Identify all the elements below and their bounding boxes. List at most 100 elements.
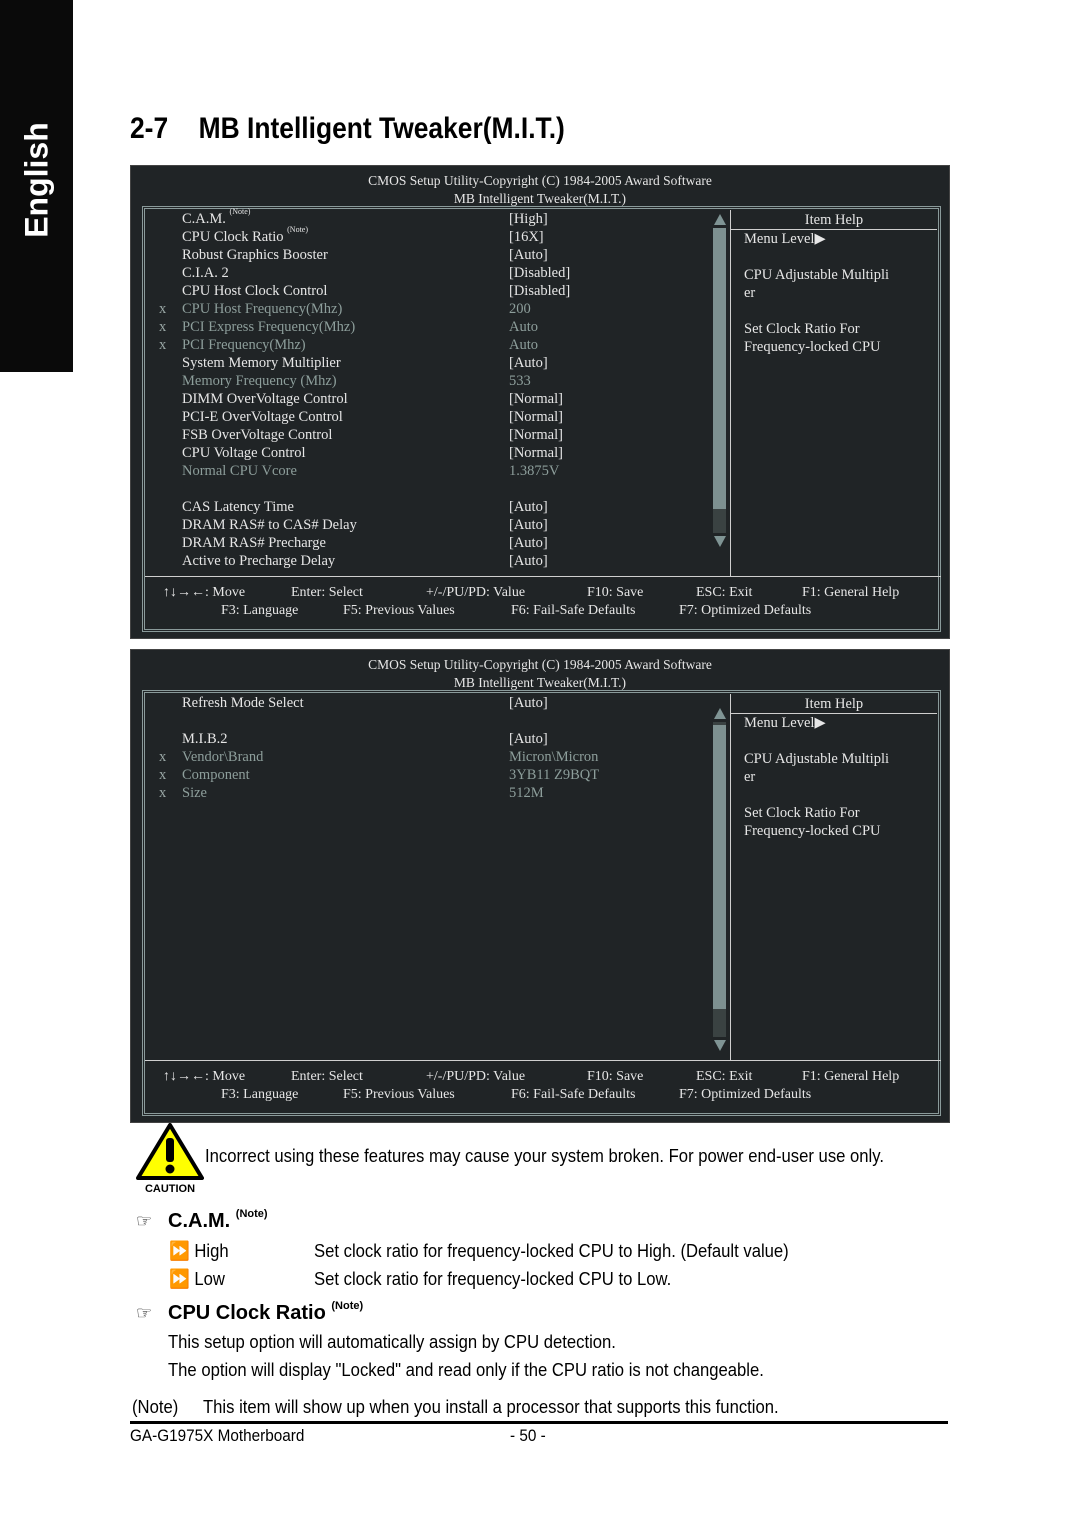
bios-setting-row[interactable]: CPU Clock Ratio (Note) [16X] — [145, 226, 727, 246]
setting-value[interactable]: [Disabled] — [509, 264, 570, 282]
scroll-thumb[interactable] — [713, 725, 726, 1009]
option-name: High — [194, 1240, 229, 1261]
item-help-panel: Item Help Menu Level▶ CPU Adjustable Mult… — [730, 210, 937, 576]
setting-label: FSB OverVoltage Control — [182, 426, 332, 444]
bios-setting-row[interactable]: DRAM RAS# to CAS# Delay [Auto] — [145, 516, 727, 534]
ratio-note: (Note) — [331, 1300, 364, 1312]
bios-setting-row[interactable]: Refresh Mode Select [Auto] — [145, 694, 727, 712]
key-hint: ↑↓→←: Move — [163, 585, 246, 600]
note-text: This item will show up when you install … — [203, 1396, 779, 1417]
setting-value[interactable]: [Disabled] — [509, 282, 570, 300]
setting-value[interactable]: [Normal] — [509, 444, 563, 462]
bios-screen-2: CMOS Setup Utility-Copyright (C) 1984-20… — [130, 649, 950, 1123]
setting-label: CPU Host Frequency(Mhz) — [182, 300, 342, 318]
item-help-line: er — [744, 769, 756, 785]
setting-value: 1.3875V — [509, 463, 560, 479]
bios-setting-row[interactable]: Active to Precharge Delay [Auto] — [145, 552, 727, 570]
scroll-track[interactable] — [713, 228, 726, 533]
setting-value: Auto — [509, 337, 538, 353]
setting-label: Active to Precharge Delay — [182, 552, 335, 570]
setting-label-text: M.I.B.2 — [182, 731, 228, 747]
key-hint: F7: Optimized Defaults — [679, 603, 812, 618]
cam-option-high: ⏩ High — [169, 1240, 229, 1262]
setting-value[interactable]: [Auto] — [509, 246, 548, 264]
bios-header: CMOS Setup Utility-Copyright (C) 1984-20… — [131, 650, 949, 692]
setting-label-text: PCI Frequency(Mhz) — [182, 337, 306, 353]
key-hint: F3: Language — [221, 603, 299, 618]
bios-setting-row[interactable]: FSB OverVoltage Control [Normal] — [145, 426, 727, 444]
setting-value: 3YB11 Z9BQT — [509, 767, 600, 783]
bios-setting-row[interactable]: M.I.B.2 [Auto] — [145, 730, 727, 748]
setting-label-text: CPU Host Clock Control — [182, 283, 328, 299]
setting-label: Vendor\Brand — [182, 748, 263, 766]
language-label: English — [18, 122, 54, 238]
setting-label-text: PCI-E OverVoltage Control — [182, 409, 343, 425]
note-label: (Note) — [132, 1396, 179, 1417]
setting-label: C.A.M. (Note) — [182, 208, 250, 228]
product-name: GA-G1975X Motherboard — [130, 1426, 305, 1445]
bios-setting-row[interactable]: DIMM OverVoltage Control [Normal] — [145, 390, 727, 408]
setting-label-text: DRAM RAS# Precharge — [182, 535, 326, 551]
setting-value[interactable]: [Normal] — [509, 390, 563, 408]
footer-rule — [130, 1421, 948, 1424]
bios-setting-row[interactable]: CPU Host Clock Control [Disabled] — [145, 282, 727, 300]
scroll-down-arrow-icon[interactable] — [713, 536, 726, 547]
setting-value: 533 — [509, 373, 531, 389]
caution-label: CAUTION — [145, 1183, 195, 1194]
bios-setting-row[interactable]: C.I.A. 2 [Disabled] — [145, 264, 727, 282]
bios-setting-row[interactable]: DRAM RAS# Precharge [Auto] — [145, 534, 727, 552]
item-help-title: Item Help — [731, 696, 937, 714]
setting-value[interactable]: [Normal] — [509, 426, 563, 444]
setting-value: 512M — [509, 785, 544, 801]
bios-header: CMOS Setup Utility-Copyright (C) 1984-20… — [131, 166, 949, 208]
bios-setting-row[interactable]: System Memory Multiplier [Auto] — [145, 354, 727, 372]
item-help-line: Set Clock Ratio For — [744, 321, 860, 337]
setting-label-text: Refresh Mode Select — [182, 695, 304, 711]
item-help-line: CPU Adjustable Multipli — [744, 267, 890, 283]
setting-value[interactable]: [Auto] — [509, 354, 548, 372]
setting-value[interactable]: [Auto] — [509, 498, 548, 516]
bios-blank-row — [145, 480, 727, 498]
setting-label: System Memory Multiplier — [182, 354, 341, 372]
cam-title: C.A.M. — [168, 1210, 231, 1232]
key-hint: F10: Save — [587, 1069, 644, 1084]
bios-setting-row[interactable]: PCI-E OverVoltage Control [Normal] — [145, 408, 727, 426]
setting-value[interactable]: [16X] — [509, 228, 544, 246]
bios-scrollbar[interactable] — [713, 214, 726, 547]
disabled-marker: x — [159, 319, 167, 335]
setting-value[interactable]: [Auto] — [509, 552, 548, 570]
key-hint: F7: Optimized Defaults — [679, 1087, 812, 1102]
cam-heading: ☞ C.A.M. (Note) — [136, 1208, 268, 1233]
setting-value[interactable]: [Auto] — [509, 534, 548, 552]
bios-setting-row[interactable]: CPU Voltage Control [Normal] — [145, 444, 727, 462]
scroll-up-arrow-icon[interactable] — [713, 214, 726, 225]
setting-value[interactable]: [High] — [509, 210, 548, 228]
bios-setting-row[interactable]: C.A.M. (Note) [High] — [145, 208, 727, 228]
setting-value[interactable]: [Auto] — [509, 694, 548, 712]
key-hint: F5: Previous Values — [343, 1087, 455, 1102]
section-number: 2-7 — [130, 112, 169, 145]
bios-setting-row[interactable]: Robust Graphics Booster [Auto] — [145, 246, 727, 264]
setting-label-text: Normal CPU Vcore — [182, 463, 297, 479]
setting-label-text: Memory Frequency (Mhz) — [182, 373, 337, 389]
setting-label-text: C.I.A. 2 — [182, 265, 229, 281]
option-name: Low — [194, 1268, 225, 1289]
scroll-track[interactable] — [713, 722, 726, 1037]
setting-label: Memory Frequency (Mhz) — [182, 372, 337, 390]
item-help-panel: Item Help Menu Level▶ CPU Adjustable Mult… — [730, 694, 937, 1060]
bios-scrollbar[interactable] — [713, 708, 726, 1051]
setting-value[interactable]: [Auto] — [509, 516, 548, 534]
scroll-down-arrow-icon[interactable] — [713, 1040, 726, 1051]
bios-setting-row[interactable]: CAS Latency Time [Auto] — [145, 498, 727, 516]
setting-value[interactable]: [Auto] — [509, 730, 548, 748]
bios-key-legend: ↑↓→←: Move Enter: Select +/-/PU/PD: Value F… — [145, 1060, 941, 1116]
setting-value[interactable]: [Normal] — [509, 408, 563, 426]
setting-label: Refresh Mode Select — [182, 694, 304, 712]
bios-setting-row: Normal CPU Vcore 1.3875V — [145, 462, 727, 480]
scroll-thumb[interactable] — [713, 228, 726, 509]
bios-copyright: CMOS Setup Utility-Copyright (C) 1984-20… — [368, 657, 712, 672]
setting-label-text: Active to Precharge Delay — [182, 553, 336, 569]
scroll-up-arrow-icon[interactable] — [713, 708, 726, 719]
setting-label: DIMM OverVoltage Control — [182, 390, 348, 408]
pointing-hand-icon: ☞ — [136, 1303, 153, 1323]
